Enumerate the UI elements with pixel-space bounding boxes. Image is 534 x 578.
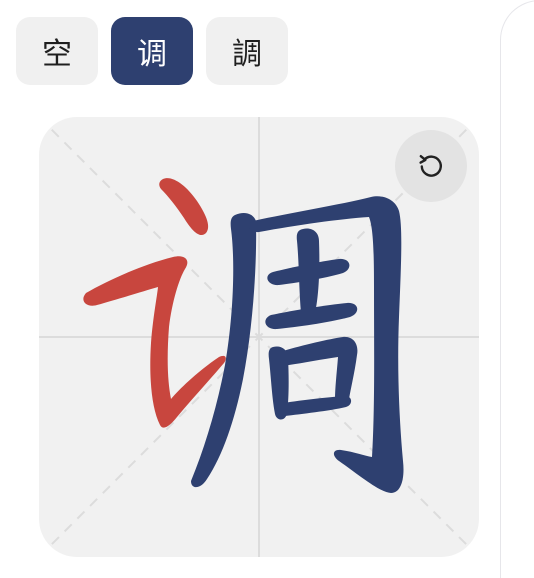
card-edge xyxy=(500,0,534,578)
stroke-zhou-left xyxy=(191,213,257,488)
stroke-radical-lower xyxy=(83,256,226,428)
stroke-inner-v xyxy=(296,228,320,319)
rotate-ccw-icon xyxy=(419,155,442,177)
tab-diao-traditional[interactable]: 調 xyxy=(206,17,288,85)
replay-button[interactable] xyxy=(395,130,467,202)
stroke-dot xyxy=(159,178,209,236)
tab-diao-simplified[interactable]: 调 xyxy=(111,17,193,85)
tab-kong[interactable]: 空 xyxy=(16,17,98,85)
character-tabs: 空 调 調 xyxy=(16,17,288,85)
stroke-kou-bottom xyxy=(277,396,352,417)
stroke-kou-top-right xyxy=(278,336,358,405)
stroke-order-board xyxy=(39,117,479,557)
